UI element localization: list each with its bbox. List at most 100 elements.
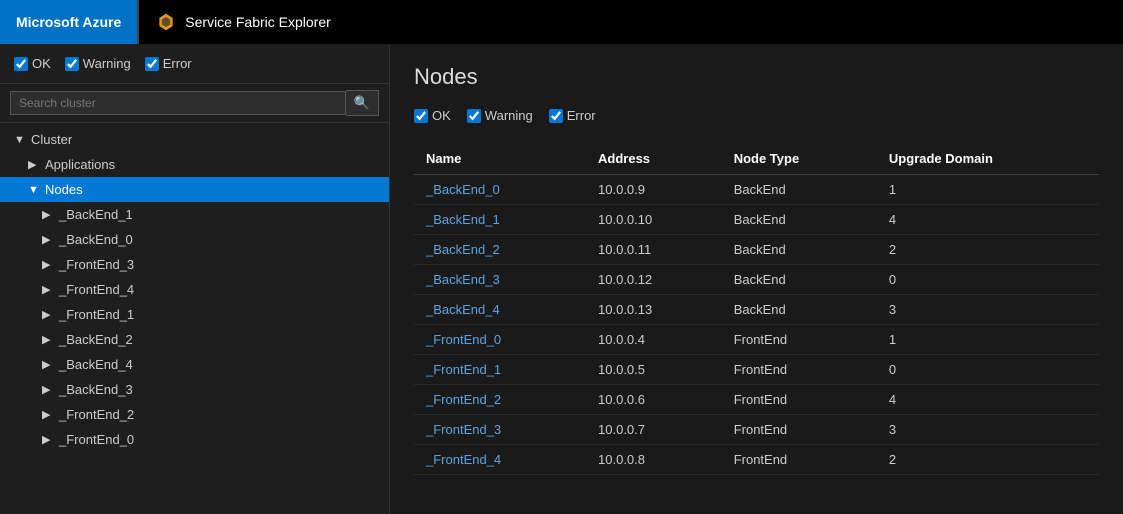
node-type-cell: FrontEnd: [722, 445, 877, 475]
node-name-cell[interactable]: _FrontEnd_4: [414, 445, 586, 475]
sidebar-item-nodes[interactable]: ▼ Nodes: [0, 177, 389, 202]
search-button[interactable]: 🔍: [346, 90, 379, 116]
chevron-icon: ▶: [28, 158, 40, 171]
chevron-icon: ▶: [42, 233, 54, 246]
sidebar-item-label: Cluster: [31, 132, 72, 147]
table-row: _BackEnd_010.0.0.9BackEnd1: [414, 175, 1099, 205]
node-upgrade-domain-cell: 2: [877, 445, 1099, 475]
sidebar-item-frontend0[interactable]: ▶ _FrontEnd_0: [0, 427, 389, 452]
chevron-icon: ▶: [42, 383, 54, 396]
node-name-cell[interactable]: _FrontEnd_0: [414, 325, 586, 355]
content-filter-ok[interactable]: OK: [414, 108, 451, 123]
node-upgrade-domain-cell: 3: [877, 415, 1099, 445]
node-name-cell[interactable]: _FrontEnd_2: [414, 385, 586, 415]
node-name-cell[interactable]: _FrontEnd_1: [414, 355, 586, 385]
sidebar-item-label: Nodes: [45, 182, 83, 197]
node-type-cell: FrontEnd: [722, 325, 877, 355]
app-title: Service Fabric Explorer: [185, 14, 331, 30]
content-filter-error[interactable]: Error: [549, 108, 596, 123]
content-area: Nodes OK Warning Error Name Address: [390, 44, 1123, 514]
sidebar-item-backend4[interactable]: ▶ _BackEnd_4: [0, 352, 389, 377]
sidebar-item-label: _FrontEnd_0: [59, 432, 134, 447]
filter-error-input[interactable]: [145, 57, 159, 71]
table-row: _BackEnd_410.0.0.13BackEnd3: [414, 295, 1099, 325]
content-filter-ok-input[interactable]: [414, 109, 428, 123]
app-header: Microsoft Azure Service Fabric Explorer: [0, 0, 1123, 44]
chevron-icon: ▶: [42, 333, 54, 346]
sidebar-item-frontend4[interactable]: ▶ _FrontEnd_4: [0, 277, 389, 302]
node-upgrade-domain-cell: 0: [877, 265, 1099, 295]
filter-error-checkbox[interactable]: Error: [145, 56, 192, 71]
node-upgrade-domain-cell: 1: [877, 175, 1099, 205]
sidebar-item-frontend1[interactable]: ▶_FrontEnd_1: [0, 302, 389, 327]
node-name-cell[interactable]: _FrontEnd_3: [414, 415, 586, 445]
col-node-type: Node Type: [722, 143, 877, 175]
nodes-table: Name Address Node Type Upgrade Domain _B…: [414, 143, 1099, 475]
node-type-cell: BackEnd: [722, 295, 877, 325]
sidebar-item-backend3[interactable]: ▶ _BackEnd_3: [0, 377, 389, 402]
chevron-icon: ▶: [42, 283, 54, 296]
search-input[interactable]: [10, 91, 346, 115]
table-row: _BackEnd_110.0.0.10BackEnd4: [414, 205, 1099, 235]
filter-ok-checkbox[interactable]: OK: [14, 56, 51, 71]
node-name-cell[interactable]: _BackEnd_4: [414, 295, 586, 325]
table-header-row: Name Address Node Type Upgrade Domain: [414, 143, 1099, 175]
filter-warning-input[interactable]: [65, 57, 79, 71]
sidebar-item-label: _BackEnd_4: [59, 357, 133, 372]
chevron-icon: ▶: [42, 258, 54, 271]
sidebar-item-backend1[interactable]: ▶_BackEnd_1: [0, 202, 389, 227]
node-address-cell: 10.0.0.8: [586, 445, 722, 475]
chevron-icon: ▼: [28, 184, 40, 196]
content-filter-warning[interactable]: Warning: [467, 108, 533, 123]
sidebar-item-frontend2[interactable]: ▶ _FrontEnd_2: [0, 402, 389, 427]
chevron-icon: ▶: [42, 308, 54, 321]
chevron-icon: ▶: [42, 208, 54, 221]
sidebar-item-label: _FrontEnd_2: [59, 407, 134, 422]
node-upgrade-domain-cell: 2: [877, 235, 1099, 265]
azure-brand: Microsoft Azure: [0, 0, 137, 44]
filter-ok-input[interactable]: [14, 57, 28, 71]
node-address-cell: 10.0.0.13: [586, 295, 722, 325]
node-name-cell[interactable]: _BackEnd_2: [414, 235, 586, 265]
sidebar-item-label: _FrontEnd_4: [59, 282, 134, 297]
node-type-cell: FrontEnd: [722, 355, 877, 385]
node-address-cell: 10.0.0.9: [586, 175, 722, 205]
sidebar-item-label: _BackEnd_0: [59, 232, 133, 247]
node-address-cell: 10.0.0.4: [586, 325, 722, 355]
node-name-cell[interactable]: _BackEnd_1: [414, 205, 586, 235]
table-row: _FrontEnd_210.0.0.6FrontEnd4: [414, 385, 1099, 415]
content-filter-warning-input[interactable]: [467, 109, 481, 123]
chevron-icon: ▶: [42, 433, 54, 446]
node-name-cell[interactable]: _BackEnd_3: [414, 265, 586, 295]
node-type-cell: BackEnd: [722, 175, 877, 205]
sidebar-item-backend0[interactable]: ▶ _BackEnd_0: [0, 227, 389, 252]
col-address: Address: [586, 143, 722, 175]
filter-warning-checkbox[interactable]: Warning: [65, 56, 131, 71]
col-upgrade-domain: Upgrade Domain: [877, 143, 1099, 175]
service-fabric-icon: [155, 11, 177, 33]
node-name-cell[interactable]: _BackEnd_0: [414, 175, 586, 205]
sidebar-item-applications[interactable]: ▶Applications: [0, 152, 389, 177]
chevron-icon: ▶: [42, 358, 54, 371]
node-type-cell: BackEnd: [722, 265, 877, 295]
table-row: _FrontEnd_110.0.0.5FrontEnd0: [414, 355, 1099, 385]
main-layout: OK Warning Error 🔍 ▼Cluster▶Applications…: [0, 44, 1123, 514]
sidebar-item-backend2[interactable]: ▶_BackEnd_2: [0, 327, 389, 352]
node-upgrade-domain-cell: 0: [877, 355, 1099, 385]
table-row: _FrontEnd_410.0.0.8FrontEnd2: [414, 445, 1099, 475]
node-upgrade-domain-cell: 4: [877, 205, 1099, 235]
node-upgrade-domain-cell: 1: [877, 325, 1099, 355]
content-filter-error-input[interactable]: [549, 109, 563, 123]
sidebar-item-cluster[interactable]: ▼Cluster: [0, 127, 389, 152]
chevron-icon: ▶: [42, 408, 54, 421]
node-address-cell: 10.0.0.12: [586, 265, 722, 295]
content-filters: OK Warning Error: [414, 108, 1099, 123]
sidebar-tree: ▼Cluster▶Applications▼Nodes▶_BackEnd_1▶_…: [0, 123, 389, 514]
sidebar-item-frontend3[interactable]: ▶_FrontEnd_3: [0, 252, 389, 277]
sidebar-item-label: _BackEnd_3: [59, 382, 133, 397]
azure-label: Microsoft Azure: [16, 14, 121, 30]
node-address-cell: 10.0.0.10: [586, 205, 722, 235]
table-row: _FrontEnd_310.0.0.7FrontEnd3: [414, 415, 1099, 445]
node-address-cell: 10.0.0.6: [586, 385, 722, 415]
search-box: 🔍: [0, 84, 389, 123]
